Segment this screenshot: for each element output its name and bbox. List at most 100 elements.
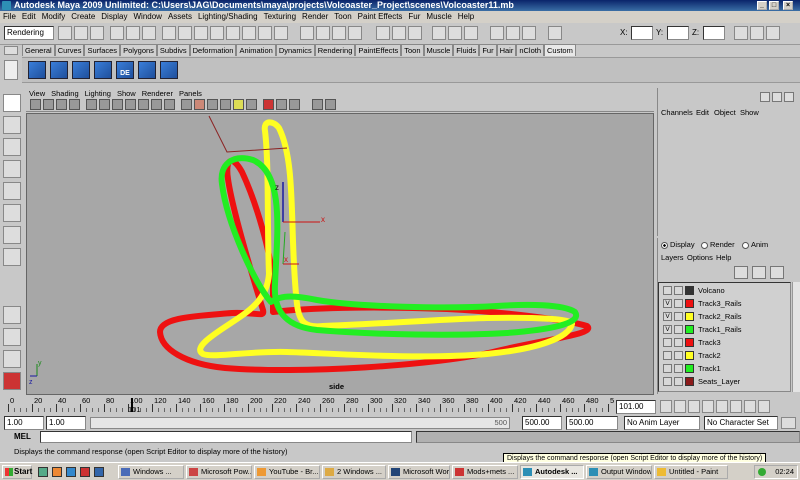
layer-visibility-toggle[interactable]: V: [663, 312, 672, 321]
go-to-end-icon[interactable]: [758, 400, 770, 413]
channel-box-menu-edit[interactable]: Edit: [696, 108, 709, 117]
menu-display[interactable]: Display: [98, 11, 130, 23]
anim-end-field[interactable]: 500.00: [522, 416, 562, 430]
new-empty-layer-icon[interactable]: [734, 266, 748, 279]
menu-window[interactable]: Window: [131, 11, 165, 23]
shelf-tab-surfaces[interactable]: Surfaces: [84, 44, 121, 56]
move-tool-icon[interactable]: [3, 160, 21, 178]
shelf-item-4-icon[interactable]: [94, 61, 112, 79]
snap-grid-icon[interactable]: [300, 26, 314, 40]
anim-start-field[interactable]: 1.00: [46, 416, 86, 430]
layer-row[interactable]: V Track3_Rails: [661, 297, 789, 310]
task-mods[interactable]: Mods+mets ...: [452, 465, 518, 479]
menu-file[interactable]: File: [0, 11, 19, 23]
task-word[interactable]: Microsoft Word: [388, 465, 450, 479]
shelf-tab-curves[interactable]: Curves: [54, 44, 85, 56]
new-scene-icon[interactable]: [58, 26, 72, 40]
layout-single-icon[interactable]: [3, 306, 21, 324]
step-forward-key-icon[interactable]: [730, 400, 742, 413]
layer-row[interactable]: Track2: [661, 349, 789, 362]
lasso-tool-icon[interactable]: [3, 116, 21, 134]
layer-visibility-toggle[interactable]: V: [663, 325, 672, 334]
mask-curve-icon[interactable]: [194, 26, 208, 40]
shelf-tab-rendering[interactable]: Rendering: [314, 44, 356, 56]
menu-edit[interactable]: Edit: [19, 11, 39, 23]
time-slider[interactable]: 0 20 40 60 80 100 120 140 160 180 200 220 240 260 280 3…: [0, 396, 615, 416]
layer-row[interactable]: V Track1_Rails: [661, 323, 789, 336]
shelf-options-icon[interactable]: [4, 46, 18, 55]
grid-toggle-icon[interactable]: [86, 99, 97, 110]
layer-color-swatch[interactable]: [685, 312, 694, 321]
layout-persp-graph-icon[interactable]: [3, 350, 21, 368]
task-output-window[interactable]: Output Window: [586, 465, 652, 479]
shelf-tab-subdivs[interactable]: Subdivs: [156, 44, 190, 56]
shelf-tab-painteffects[interactable]: PaintEffects: [355, 44, 402, 56]
layer-row[interactable]: Seats_Layer: [661, 375, 789, 388]
layer-visibility-toggle[interactable]: [663, 364, 672, 373]
show-hide-attribute-editor-icon[interactable]: [734, 26, 748, 40]
shadows-icon[interactable]: [246, 99, 257, 110]
resolution-gate-icon[interactable]: [112, 99, 123, 110]
image-plane-icon[interactable]: [69, 99, 80, 110]
shelf-item-2-icon[interactable]: [50, 61, 68, 79]
layer-row[interactable]: Track1: [661, 362, 789, 375]
layer-type-toggle[interactable]: [674, 286, 683, 295]
mask-render-icon[interactable]: [258, 26, 272, 40]
layer-type-toggle[interactable]: [674, 351, 683, 360]
rotate-tool-icon[interactable]: [3, 182, 21, 200]
menu-lighting-shading[interactable]: Lighting/Shading: [195, 11, 261, 23]
layer-color-swatch[interactable]: [685, 364, 694, 373]
layer-mode-anim[interactable]: Anim: [742, 240, 768, 250]
layer-visibility-toggle[interactable]: [663, 286, 672, 295]
layer-type-toggle[interactable]: [674, 338, 683, 347]
play-forwards-icon[interactable]: [716, 400, 728, 413]
show-hide-channel-box-icon[interactable]: [766, 26, 780, 40]
mask-joint-icon[interactable]: [178, 26, 192, 40]
key-icon[interactable]: [781, 417, 796, 429]
mask-dynamics-icon[interactable]: [242, 26, 256, 40]
task-windows-group[interactable]: 2 Windows ...: [322, 465, 386, 479]
select-object-icon[interactable]: [126, 26, 140, 40]
layer-color-swatch[interactable]: [685, 351, 694, 360]
outputs-icon[interactable]: [408, 26, 422, 40]
open-scene-icon[interactable]: [74, 26, 88, 40]
shelf-tab-dynamics[interactable]: Dynamics: [275, 44, 315, 56]
textured-icon[interactable]: [220, 99, 231, 110]
snap-plane-icon[interactable]: [348, 26, 362, 40]
mask-deform-icon[interactable]: [226, 26, 240, 40]
layer-row[interactable]: Volcano: [661, 284, 789, 297]
step-back-key-icon[interactable]: [688, 400, 700, 413]
safe-title-icon[interactable]: [164, 99, 175, 110]
layer-type-toggle[interactable]: [674, 299, 683, 308]
step-back-frame-icon[interactable]: [674, 400, 686, 413]
snap-curve-icon[interactable]: [316, 26, 330, 40]
shelf-item-1-icon[interactable]: [28, 61, 46, 79]
shelf-item-de-icon[interactable]: DE: [116, 61, 134, 79]
shelf-item-3-icon[interactable]: [72, 61, 90, 79]
layer-color-swatch[interactable]: [685, 325, 694, 334]
shelf-tab-fur[interactable]: Fur: [479, 44, 497, 56]
quicklaunch-2-icon[interactable]: [52, 467, 62, 477]
smooth-shade-icon[interactable]: [194, 99, 205, 110]
layer-type-toggle[interactable]: [674, 364, 683, 373]
hq-render-icon[interactable]: [312, 99, 323, 110]
layer-color-swatch[interactable]: [685, 299, 694, 308]
radio-render-icon[interactable]: [701, 241, 708, 249]
shelf-tab-muscle[interactable]: Muscle: [423, 44, 454, 56]
layer-visibility-toggle[interactable]: [663, 351, 672, 360]
bookmark-icon[interactable]: [56, 99, 67, 110]
mask-misc-icon[interactable]: [274, 26, 288, 40]
tray-network-icon[interactable]: [758, 468, 766, 476]
menu-assets[interactable]: Assets: [165, 11, 195, 23]
command-input[interactable]: [40, 431, 412, 443]
layer-mode-display[interactable]: Display: [661, 240, 695, 250]
shelf-tab-deformation[interactable]: Deformation: [189, 44, 237, 56]
layer-options-icon[interactable]: [770, 266, 784, 279]
view-transform-icon[interactable]: [325, 99, 336, 110]
layer-color-swatch[interactable]: [685, 338, 694, 347]
start-button[interactable]: Start: [2, 465, 32, 479]
menu-create[interactable]: Create: [68, 11, 98, 23]
safe-action-icon[interactable]: [151, 99, 162, 110]
xray-joints-icon[interactable]: [289, 99, 300, 110]
radio-anim-icon[interactable]: [742, 241, 749, 249]
